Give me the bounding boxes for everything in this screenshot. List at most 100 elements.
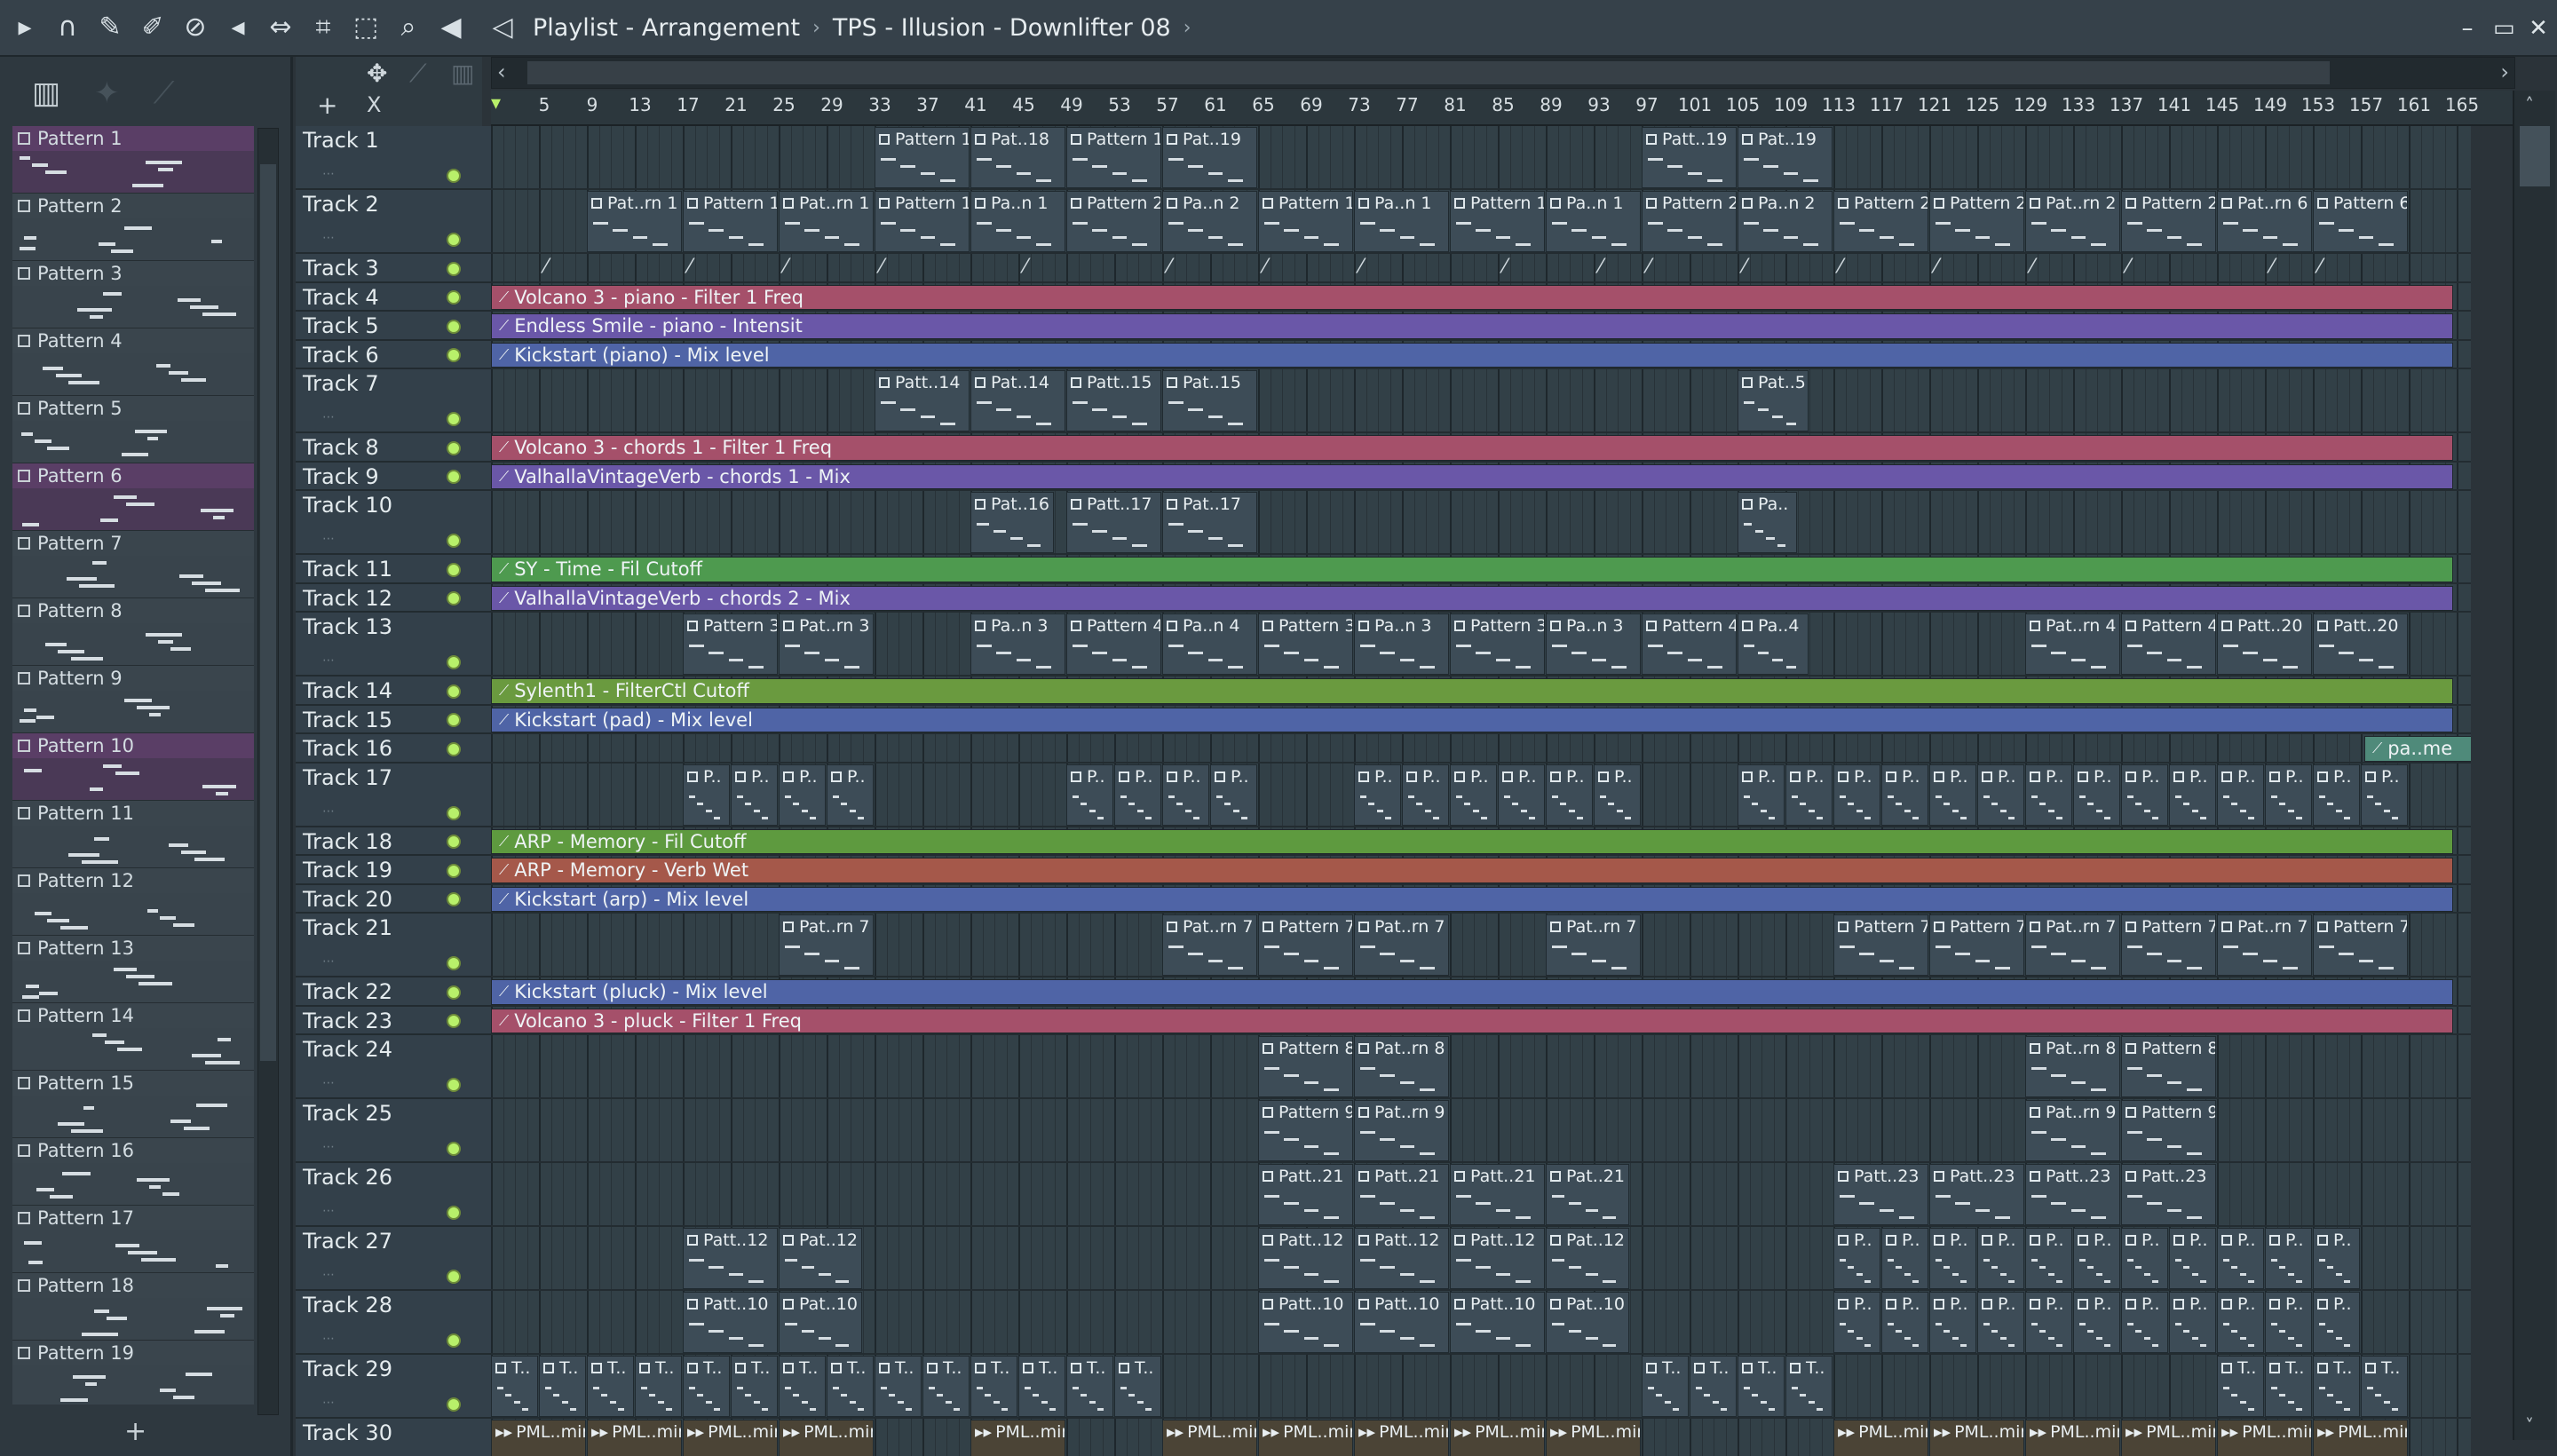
pattern-clip[interactable]: P..: [2217, 1292, 2264, 1353]
clip-menu-icon[interactable]: [1742, 499, 1753, 510]
playlist-grid[interactable]: ⟋ Volcano 3 - piano - Filter 1 Freq ⟋ Endle…: [491, 126, 2471, 1456]
clip-menu-icon[interactable]: [1263, 1043, 1273, 1054]
pattern-clip[interactable]: P..: [1594, 764, 1641, 826]
pattern-clip[interactable]: Pa..n 2: [1738, 191, 1833, 252]
pattern-clip[interactable]: Pat..10: [1546, 1292, 1629, 1353]
clip-menu-icon[interactable]: [1550, 922, 1561, 932]
automation-clip[interactable]: ⟋ ValhallaVintageVerb - chords 1 - Mix: [491, 463, 2453, 489]
track-enable-led[interactable]: [447, 892, 461, 906]
pattern-item-header[interactable]: Pattern 17: [12, 1206, 254, 1230]
pattern-clip[interactable]: P..: [1977, 764, 2024, 826]
pattern-item-header[interactable]: Pattern 19: [12, 1341, 254, 1365]
pattern-clip[interactable]: Pattern 4: [2121, 613, 2216, 675]
pattern-item[interactable]: Pattern 3: [12, 261, 254, 328]
clip-menu-icon[interactable]: [687, 1363, 698, 1373]
track-header[interactable]: Track 17 ⋯: [296, 763, 491, 827]
pattern-clip[interactable]: T..: [1018, 1356, 1065, 1417]
pattern-clip[interactable]: Pa..n 1: [1354, 191, 1449, 252]
clip-menu-icon[interactable]: [1454, 198, 1465, 209]
scrollbar-thumb[interactable]: [2520, 126, 2550, 186]
clip-menu-icon[interactable]: [1982, 771, 1992, 782]
pattern-item[interactable]: Pattern 1: [12, 126, 254, 194]
pattern-clip[interactable]: P..: [827, 764, 874, 826]
track-enable-led[interactable]: [447, 1142, 461, 1156]
track-name[interactable]: Track 3: [303, 256, 379, 281]
clip-menu-icon[interactable]: [1263, 621, 1273, 631]
clip-menu-icon[interactable]: [1071, 134, 1081, 145]
clip-menu-icon[interactable]: [975, 1363, 986, 1373]
clip-menu-icon[interactable]: [1934, 922, 1944, 932]
track-enable-led[interactable]: [447, 655, 461, 669]
track-header[interactable]: Track 7 ⋯: [296, 369, 491, 433]
pattern-clip[interactable]: Patt..21: [1354, 1164, 1449, 1225]
track-name[interactable]: Track 12: [303, 586, 392, 611]
track-name[interactable]: Track 20: [303, 887, 392, 912]
pattern-item[interactable]: Pattern 13: [12, 936, 254, 1003]
track-enable-led[interactable]: [447, 348, 461, 362]
pattern-clip[interactable]: T..: [587, 1356, 634, 1417]
select-icon[interactable]: ⬚: [348, 10, 384, 45]
clip-menu-icon[interactable]: [2126, 198, 2136, 209]
track-header[interactable]: Track 10 ⋯: [296, 491, 491, 555]
track-enable-led[interactable]: [447, 440, 461, 455]
pattern-clip[interactable]: Patt..12: [1258, 1228, 1353, 1289]
track-enable-led[interactable]: [447, 591, 461, 605]
pattern-item-header[interactable]: Pattern 2: [12, 194, 254, 218]
track-enable-led[interactable]: [447, 956, 461, 970]
clip-menu-icon[interactable]: [1071, 621, 1081, 631]
clip-menu-icon[interactable]: [1646, 198, 1657, 209]
clip-menu-icon[interactable]: [1886, 1299, 1896, 1310]
track-name[interactable]: Track 16: [303, 736, 392, 761]
track-header[interactable]: Track 2 ⋯: [296, 190, 491, 254]
pattern-clip[interactable]: ▸▸ PML..min: [1258, 1420, 1353, 1456]
clip-menu-icon[interactable]: [1358, 1299, 1369, 1310]
track-name[interactable]: Track 27: [303, 1229, 392, 1254]
track-header[interactable]: Track 1 ⋯: [296, 126, 491, 190]
clip-menu-icon[interactable]: [2126, 1043, 2136, 1054]
pattern-clip[interactable]: Pattern 2: [1929, 191, 2024, 252]
pattern-item-header[interactable]: Pattern 12: [12, 868, 254, 893]
track-enable-led[interactable]: [447, 713, 461, 727]
pattern-clip[interactable]: Pat..rn 1: [779, 191, 874, 252]
track-enable-led[interactable]: [447, 741, 461, 756]
mute-icon[interactable]: ◂: [220, 10, 256, 45]
pattern-clip[interactable]: Pattern 9: [2121, 1100, 2216, 1161]
link-icon[interactable]: ⟋: [409, 59, 427, 89]
pattern-clip[interactable]: Pat..rn 6: [2217, 191, 2312, 252]
clip-menu-icon[interactable]: [1982, 1235, 1992, 1246]
clip-menu-icon[interactable]: [1838, 1299, 1848, 1310]
pattern-clip[interactable]: P..: [2025, 764, 2072, 826]
clip-menu-icon[interactable]: [879, 198, 890, 209]
clip-menu-icon[interactable]: [1550, 1235, 1561, 1246]
pattern-clip[interactable]: Pa..n 3: [1546, 613, 1641, 675]
automation-clip[interactable]: ⟋ Kickstart (pad) - Mix level: [491, 707, 2453, 732]
pattern-clip[interactable]: T..: [2265, 1356, 2312, 1417]
clip-menu-icon[interactable]: [1167, 134, 1177, 145]
pattern-clip[interactable]: Patt..20: [2217, 613, 2312, 675]
clip-menu-icon[interactable]: [1550, 771, 1561, 782]
clip-menu-icon[interactable]: [2365, 771, 2376, 782]
track-header[interactable]: Track 9: [296, 462, 491, 491]
pattern-item[interactable]: Pattern 6: [12, 463, 254, 531]
clip-menu-icon[interactable]: [2269, 1363, 2280, 1373]
clip-menu-icon[interactable]: [2030, 621, 2040, 631]
track-enable-led[interactable]: [447, 470, 461, 484]
clip-menu-icon[interactable]: [783, 198, 794, 209]
breadcrumb-separator[interactable]: ›: [1184, 17, 1191, 39]
slice-icon[interactable]: ⌗: [305, 10, 341, 45]
clip-menu-icon[interactable]: [1838, 1235, 1848, 1246]
pattern-clip[interactable]: T..: [1785, 1356, 1833, 1417]
clip-menu-icon[interactable]: [1263, 1235, 1273, 1246]
clip-menu-icon[interactable]: [783, 1299, 794, 1310]
clip-menu-icon[interactable]: [495, 1363, 506, 1373]
clip-menu-icon[interactable]: [1886, 1235, 1896, 1246]
pattern-clip[interactable]: Patt..14: [875, 370, 970, 431]
pattern-clip[interactable]: P..: [1162, 764, 1209, 826]
track-name[interactable]: Track 30: [303, 1420, 392, 1445]
scrollbar-thumb[interactable]: [260, 164, 276, 1061]
pattern-clip[interactable]: T..: [827, 1356, 874, 1417]
pattern-item[interactable]: Pattern 2: [12, 194, 254, 261]
clip-menu-icon[interactable]: [2030, 771, 2040, 782]
clip-menu-icon[interactable]: [2030, 1043, 2040, 1054]
automation-clip[interactable]: ⟋ Kickstart (piano) - Mix level: [491, 342, 2453, 368]
